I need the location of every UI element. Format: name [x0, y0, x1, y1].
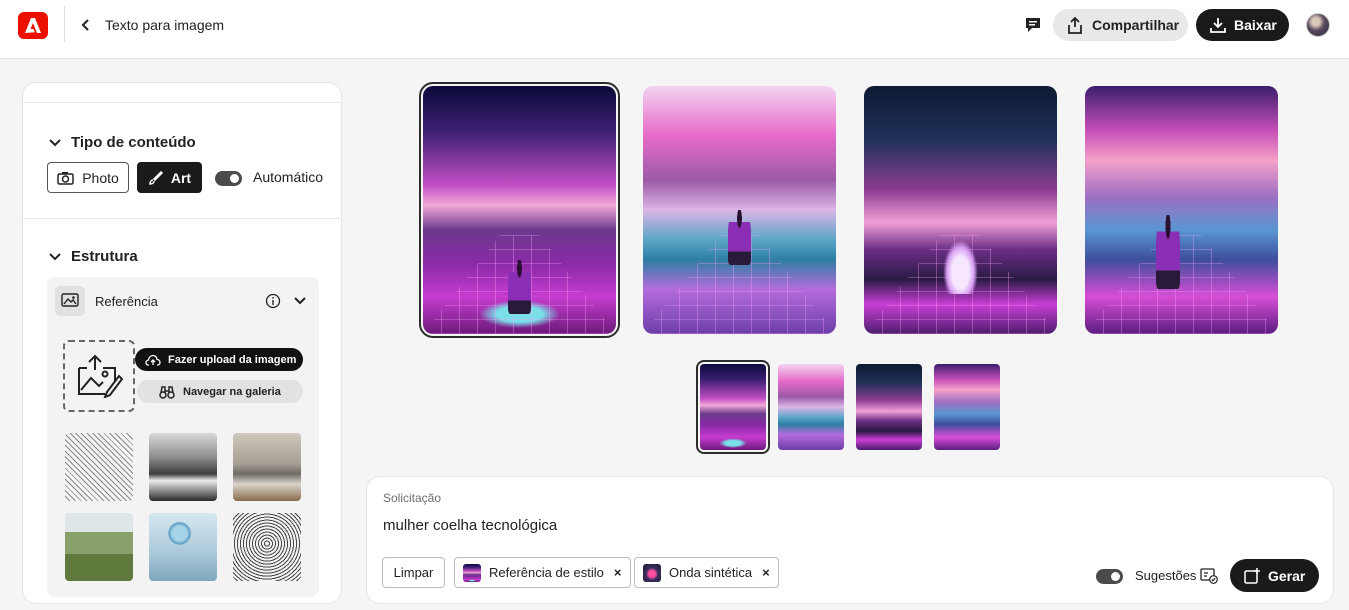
image-figure	[943, 239, 978, 295]
gallery-label: Navegar na galeria	[183, 385, 281, 398]
toggle-knob	[230, 174, 239, 183]
binoculars-icon	[159, 385, 175, 399]
reference-section: Referência Fazer upload da imagem Navega…	[47, 277, 319, 597]
page-title: Texto para imagem	[105, 17, 225, 33]
download-icon	[1210, 18, 1226, 33]
chevron-down-icon	[49, 252, 61, 260]
reference-thumbnail[interactable]	[149, 513, 217, 581]
image-thumbnail-3[interactable]	[856, 364, 922, 450]
app-header: Texto para imagem Compartilhar Baixar	[0, 0, 1349, 59]
content-type-title: Tipo de conteúdo	[71, 134, 196, 151]
style-reference-chip[interactable]: Referência de estilo ×	[454, 557, 631, 588]
generate-button[interactable]: Gerar	[1230, 559, 1319, 592]
download-label: Baixar	[1234, 17, 1277, 33]
suggestions-icon[interactable]	[1200, 568, 1218, 584]
upload-label: Fazer upload da imagem	[168, 353, 297, 366]
chip-thumbnail	[463, 563, 481, 582]
auto-toggle[interactable]	[215, 171, 242, 186]
art-button[interactable]: Art	[137, 162, 202, 193]
suggestions-label: Sugestões	[1135, 568, 1197, 583]
image-figure	[727, 210, 752, 265]
content-type-header[interactable]: Tipo de conteúdo	[49, 134, 196, 151]
generate-icon	[1244, 567, 1260, 584]
close-icon[interactable]: ×	[614, 565, 622, 580]
share-label: Compartilhar	[1092, 17, 1180, 33]
photo-button[interactable]: Photo	[47, 162, 129, 193]
header-divider	[64, 6, 65, 42]
reference-thumbnail[interactable]	[65, 433, 133, 501]
reference-thumbnail[interactable]	[65, 513, 133, 581]
image-detail	[1085, 234, 1278, 334]
chevron-down-icon	[49, 138, 61, 146]
back-arrow-icon[interactable]	[76, 14, 96, 36]
chevron-down-icon[interactable]	[292, 293, 308, 309]
art-label: Art	[170, 169, 192, 186]
generate-label: Gerar	[1268, 567, 1306, 584]
share-button[interactable]: Compartilhar	[1053, 9, 1188, 41]
upload-image-icon	[78, 354, 123, 398]
avatar[interactable]	[1306, 13, 1330, 37]
chip-label: Onda sintética	[669, 565, 753, 580]
browse-gallery-button[interactable]: Navegar na galeria	[137, 380, 303, 403]
prompt-label: Solicitação	[383, 491, 442, 505]
comment-icon[interactable]	[1022, 14, 1044, 36]
generated-image-4[interactable]	[1085, 86, 1278, 334]
image-thumbnail-2[interactable]	[778, 364, 844, 450]
panel-divider-top	[23, 102, 341, 103]
cloud-upload-icon	[145, 354, 161, 366]
prompt-panel: Solicitação mulher coelha tecnológica Li…	[366, 476, 1334, 604]
download-button[interactable]: Baixar	[1196, 9, 1289, 41]
reference-thumbnail[interactable]	[233, 513, 301, 581]
image-figure	[507, 259, 532, 315]
generated-image-3[interactable]	[864, 86, 1057, 334]
image-figure	[1156, 214, 1180, 290]
reference-thumbnail[interactable]	[149, 433, 217, 501]
clear-button[interactable]: Limpar	[382, 557, 445, 588]
reference-thumbnail[interactable]	[233, 433, 301, 501]
chip-thumbnail	[643, 563, 661, 582]
brush-icon	[149, 170, 163, 185]
upload-image-button[interactable]: Fazer upload da imagem	[135, 348, 303, 371]
structure-header[interactable]: Estrutura	[49, 248, 138, 265]
prompt-input[interactable]: mulher coelha tecnológica	[383, 517, 557, 534]
share-icon	[1068, 16, 1082, 34]
image-drop-zone[interactable]	[63, 340, 135, 412]
chip-label: Referência de estilo	[489, 565, 604, 580]
adobe-logo-icon[interactable]	[18, 12, 48, 39]
generated-image-1[interactable]	[419, 82, 620, 338]
image-thumbnail-1[interactable]	[696, 360, 770, 454]
reference-image-icon	[55, 286, 85, 316]
image-thumbnail-4[interactable]	[934, 364, 1000, 450]
auto-label: Automático	[253, 169, 324, 185]
camera-icon	[57, 171, 74, 185]
info-icon[interactable]	[265, 293, 281, 309]
photo-label: Photo	[82, 169, 119, 186]
toggle-knob	[1111, 572, 1120, 581]
reference-label: Referência	[95, 294, 158, 309]
suggestions-toggle[interactable]	[1096, 569, 1123, 584]
settings-panel: Tipo de conteúdo Photo Art Automático Es…	[22, 82, 342, 604]
synthwave-chip[interactable]: Onda sintética ×	[634, 557, 779, 588]
generated-image-2[interactable]	[643, 86, 836, 334]
section-divider	[23, 218, 341, 219]
structure-title: Estrutura	[71, 248, 138, 265]
close-icon[interactable]: ×	[762, 565, 770, 580]
